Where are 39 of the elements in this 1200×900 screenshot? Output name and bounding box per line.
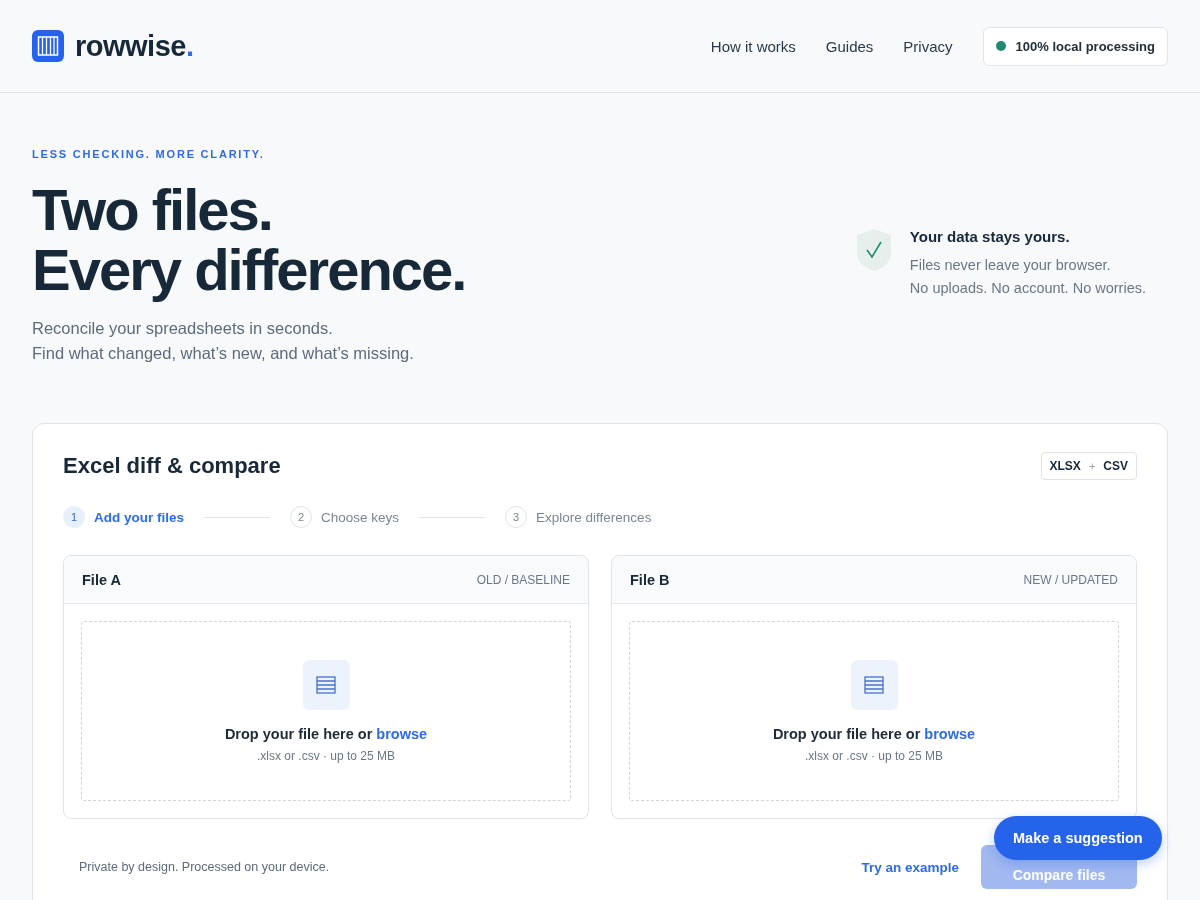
table-icon xyxy=(302,659,350,710)
browse-link[interactable]: browse xyxy=(924,725,976,742)
drop-prompt: Drop your file here or browse xyxy=(772,725,976,742)
file-tag: OLD / BASELINE xyxy=(476,572,570,587)
note-title: Your data stays yours. xyxy=(909,228,1071,245)
hero-subtitle: Find what changed, what’s new, and what’s missing. xyxy=(32,343,414,364)
shield-check-icon xyxy=(855,228,892,272)
example-link[interactable]: Try an example xyxy=(861,859,959,875)
hero-title: Two files. xyxy=(32,180,272,240)
file-tag: NEW / UPDATED xyxy=(1023,572,1118,587)
suggestion-toast[interactable]: Make a suggestion xyxy=(994,816,1162,860)
file-hint: .xlsx or .csv · up to 25 MB xyxy=(804,748,943,763)
step-tab[interactable]: 2 Choose keys xyxy=(290,506,400,528)
eyebrow-text: LESS CHECKING. MORE CLARITY. xyxy=(32,148,266,160)
nav-link[interactable]: Guides xyxy=(825,37,874,55)
browse-link[interactable]: browse xyxy=(376,725,428,742)
drop-zone[interactable]: Drop your file here or browse .xlsx or .csv · up to 25 MB xyxy=(629,621,1119,801)
nav-link[interactable]: Privacy xyxy=(903,37,953,55)
note-text: No uploads. No account. No worries. xyxy=(909,279,1146,297)
format-label: XLSX xyxy=(1049,459,1081,473)
hero-title: Every difference. xyxy=(32,240,466,300)
format-label: CSV xyxy=(1103,459,1128,473)
table-icon xyxy=(850,659,898,710)
logo-icon xyxy=(32,30,64,62)
nav-link[interactable]: How it works xyxy=(710,37,796,55)
drop-zone[interactable]: Drop your file here or browse .xlsx or .csv · up to 25 MB xyxy=(81,621,571,801)
brand-logo[interactable]: rowwise. xyxy=(75,29,194,63)
note-text: Files never leave your browser. xyxy=(909,256,1112,274)
card-title: Excel diff & compare xyxy=(63,453,281,479)
file-name: File B xyxy=(630,571,670,588)
drop-prompt: Drop your file here or browse xyxy=(224,725,428,742)
step-tab[interactable]: 1 Add your files xyxy=(63,506,184,528)
plus-sign: + xyxy=(1088,460,1096,472)
file-name: File A xyxy=(82,571,121,588)
badge-label: 100% local processing xyxy=(1015,38,1155,54)
hero-subtitle: Reconcile your spreadsheets in seconds. xyxy=(32,318,333,339)
privacy-note: Private by design. Processed on your device. xyxy=(79,860,330,874)
file-hint: .xlsx or .csv · up to 25 MB xyxy=(256,748,395,763)
step-tab[interactable]: 3 Explore differences xyxy=(505,506,652,528)
